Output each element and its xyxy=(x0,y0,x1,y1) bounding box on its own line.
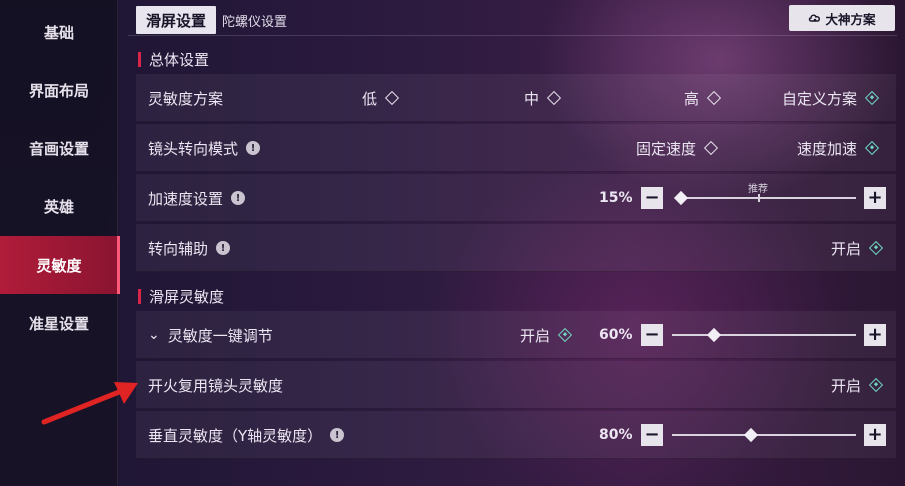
section-title-text: 滑屏灵敏度 xyxy=(149,288,225,306)
row-label: 加速度设置! xyxy=(148,174,246,222)
toggle-state-label: 开启 xyxy=(831,376,862,395)
tab-label: 陀螺仪设置 xyxy=(222,14,288,30)
info-icon[interactable]: ! xyxy=(216,241,231,255)
tab-swipe-settings[interactable]: 滑屏设置 xyxy=(136,6,217,34)
toggle-state-label: 开启 xyxy=(831,239,862,258)
one-key-slider-track[interactable] xyxy=(672,334,856,336)
sidebar-item-label: 英雄 xyxy=(43,197,74,216)
row-label: 开火复用镜头灵敏度 xyxy=(148,361,283,409)
row-sensitivity-plan: 灵敏度方案 低 中 高 自定义方案 xyxy=(136,74,896,122)
option-label: 固定速度 xyxy=(636,139,697,158)
row-label[interactable]: ⌄ 灵敏度一键调节 xyxy=(148,311,273,359)
option-label: 自定义方案 xyxy=(782,89,858,108)
tab-gyro-settings[interactable]: 陀螺仪设置 xyxy=(216,6,293,34)
diamond-radio-selected-icon xyxy=(868,377,884,393)
turn-assist-toggle[interactable]: 开启 xyxy=(831,224,884,272)
recommend-tick xyxy=(758,194,760,202)
option-label: 中 xyxy=(524,89,540,108)
diamond-radio-selected-icon xyxy=(864,140,880,156)
option-low[interactable]: 低 xyxy=(362,74,400,122)
row-label-text: 转向辅助 xyxy=(148,239,209,258)
section-title-swipe: 滑屏灵敏度 xyxy=(138,286,224,307)
tab-label: 滑屏设置 xyxy=(146,11,207,30)
decrease-button[interactable]: − xyxy=(641,424,663,446)
sidebar-item-audio-video[interactable]: 音画设置 xyxy=(0,119,118,177)
sidebar-item-label: 音画设置 xyxy=(28,139,89,158)
option-label: 速度加速 xyxy=(797,139,858,158)
increase-button[interactable]: + xyxy=(864,324,886,346)
row-one-key-adjust: ⌄ 灵敏度一键调节 开启 60% − + xyxy=(136,311,896,359)
row-turn-assist: 转向辅助! 开启 xyxy=(136,224,896,272)
acceleration-slider-knob[interactable] xyxy=(673,190,689,206)
decrease-button[interactable]: − xyxy=(641,324,663,346)
row-acceleration: 加速度设置! 15% − 推荐 + xyxy=(136,174,896,222)
section-marker xyxy=(138,289,141,304)
one-key-slider-knob[interactable] xyxy=(706,327,721,343)
option-label: 低 xyxy=(362,89,378,108)
vertical-value: 80% xyxy=(599,427,633,443)
row-label-text: 开火复用镜头灵敏度 xyxy=(148,376,284,395)
decrease-button[interactable]: − xyxy=(641,187,663,209)
sidebar-item-crosshair[interactable]: 准星设置 xyxy=(0,294,118,352)
row-label-text: 垂直灵敏度（Y轴灵敏度） xyxy=(148,426,323,445)
god-plan-label: 大神方案 xyxy=(825,11,876,27)
sidebar-item-label: 界面布局 xyxy=(28,81,89,100)
god-plan-button[interactable]: 大神方案 xyxy=(789,5,895,31)
section-title-general: 总体设置 xyxy=(138,49,209,70)
annotation-arrow-icon xyxy=(41,382,138,425)
diamond-radio-icon xyxy=(384,90,400,106)
diamond-radio-icon xyxy=(546,90,562,106)
sidebar-item-label: 灵敏度 xyxy=(36,256,82,275)
row-label-text: 镜头转向模式 xyxy=(148,139,239,158)
info-icon[interactable]: ! xyxy=(330,428,345,442)
recommend-label: 推荐 xyxy=(748,184,768,195)
info-icon[interactable]: ! xyxy=(231,191,246,205)
info-icon[interactable]: ! xyxy=(246,141,261,155)
option-medium[interactable]: 中 xyxy=(524,74,562,122)
sidebar-item-hero[interactable]: 英雄 xyxy=(0,177,118,235)
toggle-state-label: 开启 xyxy=(520,326,551,345)
acceleration-slider-track[interactable] xyxy=(676,197,856,199)
divider xyxy=(128,35,897,36)
one-key-value: 60% xyxy=(599,327,633,343)
sidebar-item-basic[interactable]: 基础 xyxy=(0,3,118,61)
diamond-radio-selected-icon xyxy=(868,240,884,256)
section-title-text: 总体设置 xyxy=(149,51,210,69)
option-speed-accel[interactable]: 速度加速 xyxy=(797,124,880,172)
diamond-radio-selected-icon xyxy=(557,327,573,343)
diamond-radio-selected-icon xyxy=(864,90,880,106)
vertical-slider-track[interactable] xyxy=(672,434,856,436)
row-label-text: 加速度设置 xyxy=(148,189,224,208)
option-custom[interactable]: 自定义方案 xyxy=(782,74,880,122)
row-label-text: 灵敏度一键调节 xyxy=(167,326,273,345)
sidebar-item-label: 基础 xyxy=(43,23,74,42)
acceleration-value: 15% xyxy=(599,190,633,206)
row-label: 灵敏度方案 xyxy=(148,74,223,122)
diamond-radio-icon xyxy=(706,90,722,106)
row-label-text: 灵敏度方案 xyxy=(148,89,224,108)
increase-button[interactable]: + xyxy=(864,187,886,209)
one-key-toggle[interactable]: 开启 xyxy=(520,311,573,359)
row-fire-reuse: 开火复用镜头灵敏度 开启 xyxy=(136,361,896,409)
increase-button[interactable]: + xyxy=(864,424,886,446)
row-label: 转向辅助! xyxy=(148,224,231,272)
option-high[interactable]: 高 xyxy=(684,74,722,122)
section-marker xyxy=(138,52,141,67)
sidebar-item-label: 准星设置 xyxy=(28,314,89,333)
cloud-link-icon xyxy=(809,14,821,22)
option-fixed-speed[interactable]: 固定速度 xyxy=(636,124,719,172)
sidebar-item-layout[interactable]: 界面布局 xyxy=(0,61,118,119)
row-label: 镜头转向模式! xyxy=(148,124,261,172)
row-vertical-sensitivity: 垂直灵敏度（Y轴灵敏度）! 80% − + xyxy=(136,411,896,459)
tab-bar: 滑屏设置 陀螺仪设置 xyxy=(136,6,293,34)
fire-reuse-toggle[interactable]: 开启 xyxy=(831,361,884,409)
row-label: 垂直灵敏度（Y轴灵敏度）! xyxy=(148,411,345,459)
vertical-slider-knob[interactable] xyxy=(743,427,758,443)
row-camera-mode: 镜头转向模式! 固定速度 速度加速 xyxy=(136,124,896,172)
chevron-down-icon[interactable]: ⌄ xyxy=(148,327,160,343)
option-label: 高 xyxy=(684,89,700,108)
diamond-radio-icon xyxy=(703,140,719,156)
sidebar-item-sensitivity[interactable]: 灵敏度 xyxy=(0,236,120,294)
